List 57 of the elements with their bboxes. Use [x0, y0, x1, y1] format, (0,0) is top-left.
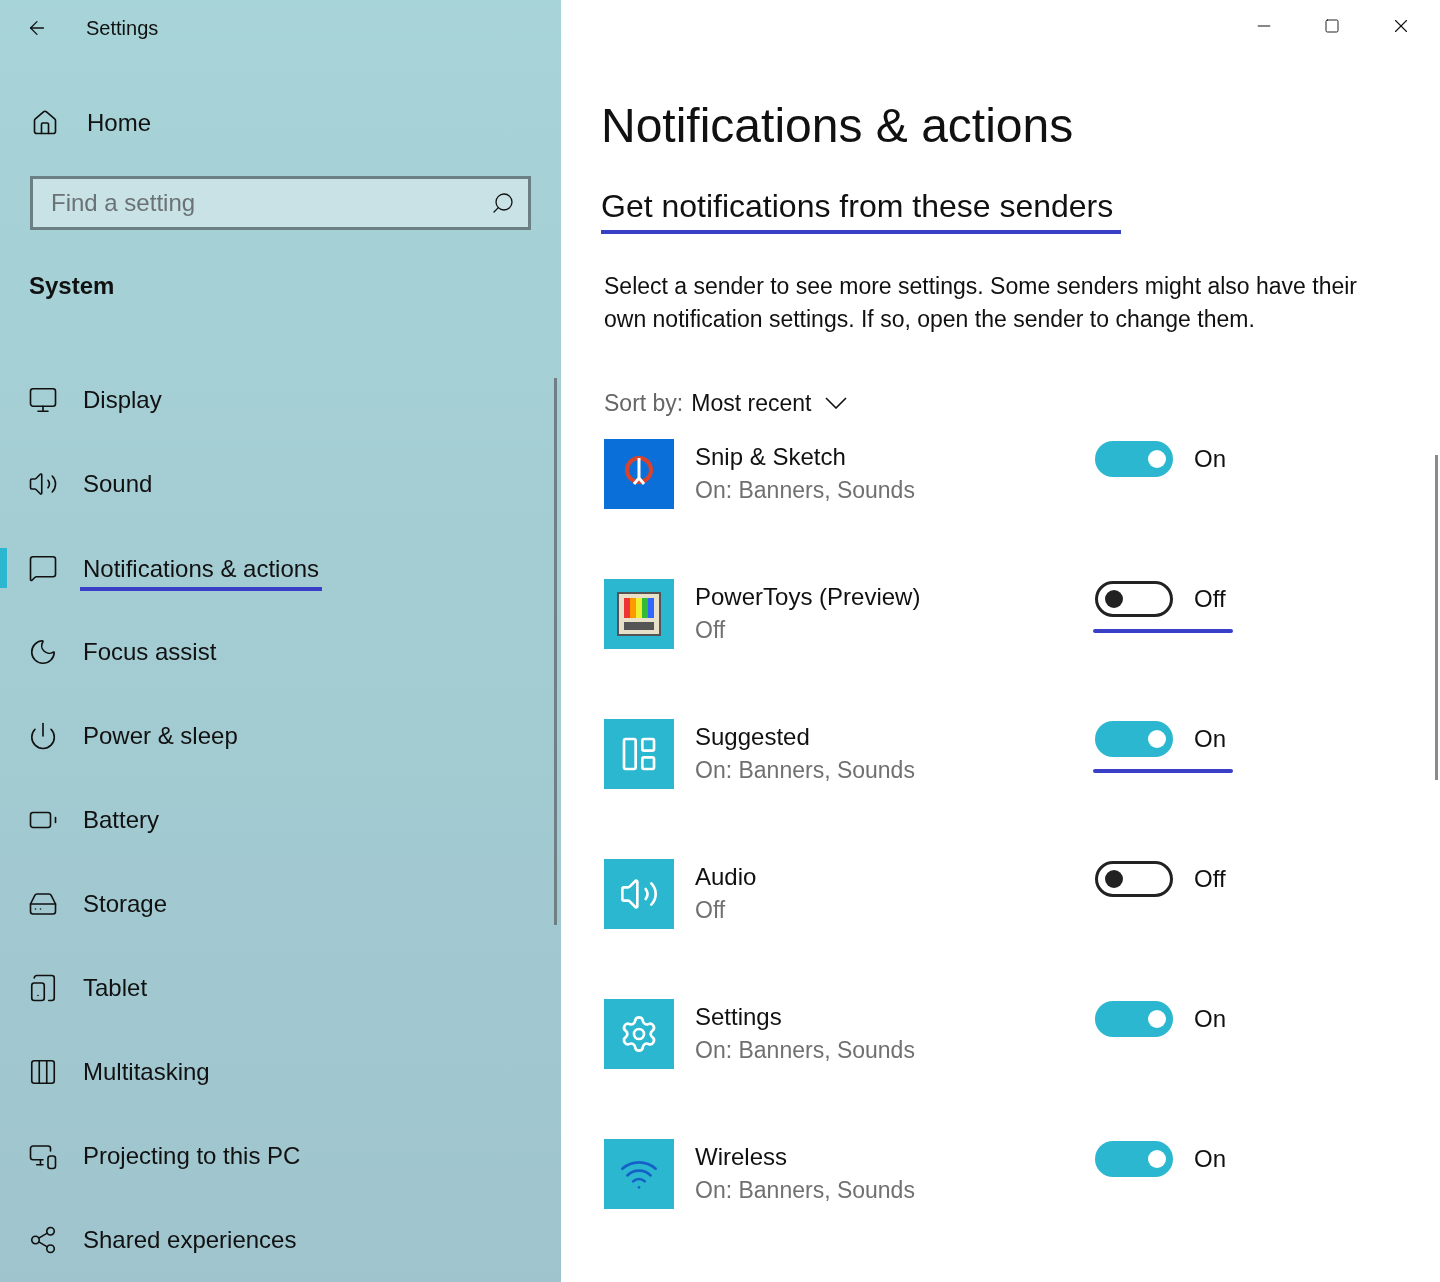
nav-item[interactable]: Battery: [80, 802, 163, 838]
nav-item[interactable]: Storage: [80, 886, 171, 922]
monitor-icon: [28, 385, 58, 415]
home-icon[interactable]: [31, 108, 59, 137]
nav-item[interactable]: Tablet: [80, 970, 151, 1006]
sender-name[interactable]: Settings: [695, 998, 1095, 1035]
sender-name[interactable]: Audio: [695, 858, 1095, 895]
window-title: Settings: [86, 15, 159, 41]
app-icon: [604, 578, 674, 649]
nav-item[interactable]: Shared experiences: [80, 1222, 300, 1258]
chevron-down-icon: [825, 397, 848, 410]
toggle-label: On: [1194, 443, 1226, 474]
sender-name[interactable]: PowerToys (Preview): [695, 578, 1095, 615]
network-icon: [28, 1225, 58, 1255]
tablet-icon: [28, 973, 58, 1003]
description: Select a sender to see more settings. Some senders might also have their own notification settings. If so, open the sender to change them.: [603, 272, 1358, 334]
search-field[interactable]: Find a setting: [30, 176, 531, 230]
sender-status: Off: [695, 615, 727, 645]
sort-dropdown[interactable]: Most recent: [691, 386, 848, 421]
nav-item[interactable]: Multitasking: [80, 1054, 213, 1090]
sender-name[interactable]: Wireless: [695, 1138, 1095, 1175]
toggle-switch[interactable]: [1095, 580, 1173, 617]
toggle-switch[interactable]: [1095, 440, 1173, 477]
toggle-label: On: [1194, 1003, 1226, 1034]
multitasking-icon: [28, 1057, 58, 1087]
sender-status: Off: [695, 895, 727, 925]
maximize-icon[interactable]: [1324, 18, 1340, 34]
nav-item[interactable]: Display: [80, 382, 165, 418]
nav-item[interactable]: Power & sleep: [80, 718, 241, 754]
home-link[interactable]: Home: [87, 104, 152, 141]
nav-item[interactable]: Projecting to this PC: [80, 1138, 304, 1174]
moon-icon: [28, 637, 58, 667]
toggle-label: Off: [1194, 583, 1226, 614]
toggle-switch[interactable]: [1095, 1000, 1173, 1037]
toggle-label: Off: [1194, 863, 1226, 894]
nav-item[interactable]: Notifications & actions: [80, 545, 323, 591]
sender-status: On: Banners, Sounds: [695, 475, 916, 505]
toggle-label: On: [1194, 723, 1226, 754]
sender-status: On: Banners, Sounds: [695, 1175, 916, 1205]
search-icon[interactable]: [491, 191, 515, 215]
sender-name[interactable]: Snip & Sketch: [695, 438, 1095, 475]
section-heading: Get notifications from these senders: [601, 186, 1122, 234]
speech-bubble-icon: [28, 553, 58, 583]
sort-label: Sort by:: [604, 389, 684, 418]
toggle-switch[interactable]: [1095, 720, 1173, 757]
nav-item[interactable]: Focus assist: [80, 634, 220, 670]
power-icon: [28, 721, 58, 751]
sender-name[interactable]: Suggested: [695, 718, 1095, 755]
app-icon: [604, 438, 674, 509]
toggle-switch[interactable]: [1095, 1140, 1173, 1177]
sender-status: On: Banners, Sounds: [695, 755, 916, 785]
sender-status: On: Banners, Sounds: [695, 1035, 916, 1065]
toggle-label: On: [1194, 1143, 1226, 1174]
section-heading: System: [29, 271, 116, 301]
toggle-switch[interactable]: [1095, 860, 1173, 897]
page-title: Notifications & actions: [601, 98, 1075, 154]
nav-item[interactable]: Sound: [80, 466, 156, 502]
